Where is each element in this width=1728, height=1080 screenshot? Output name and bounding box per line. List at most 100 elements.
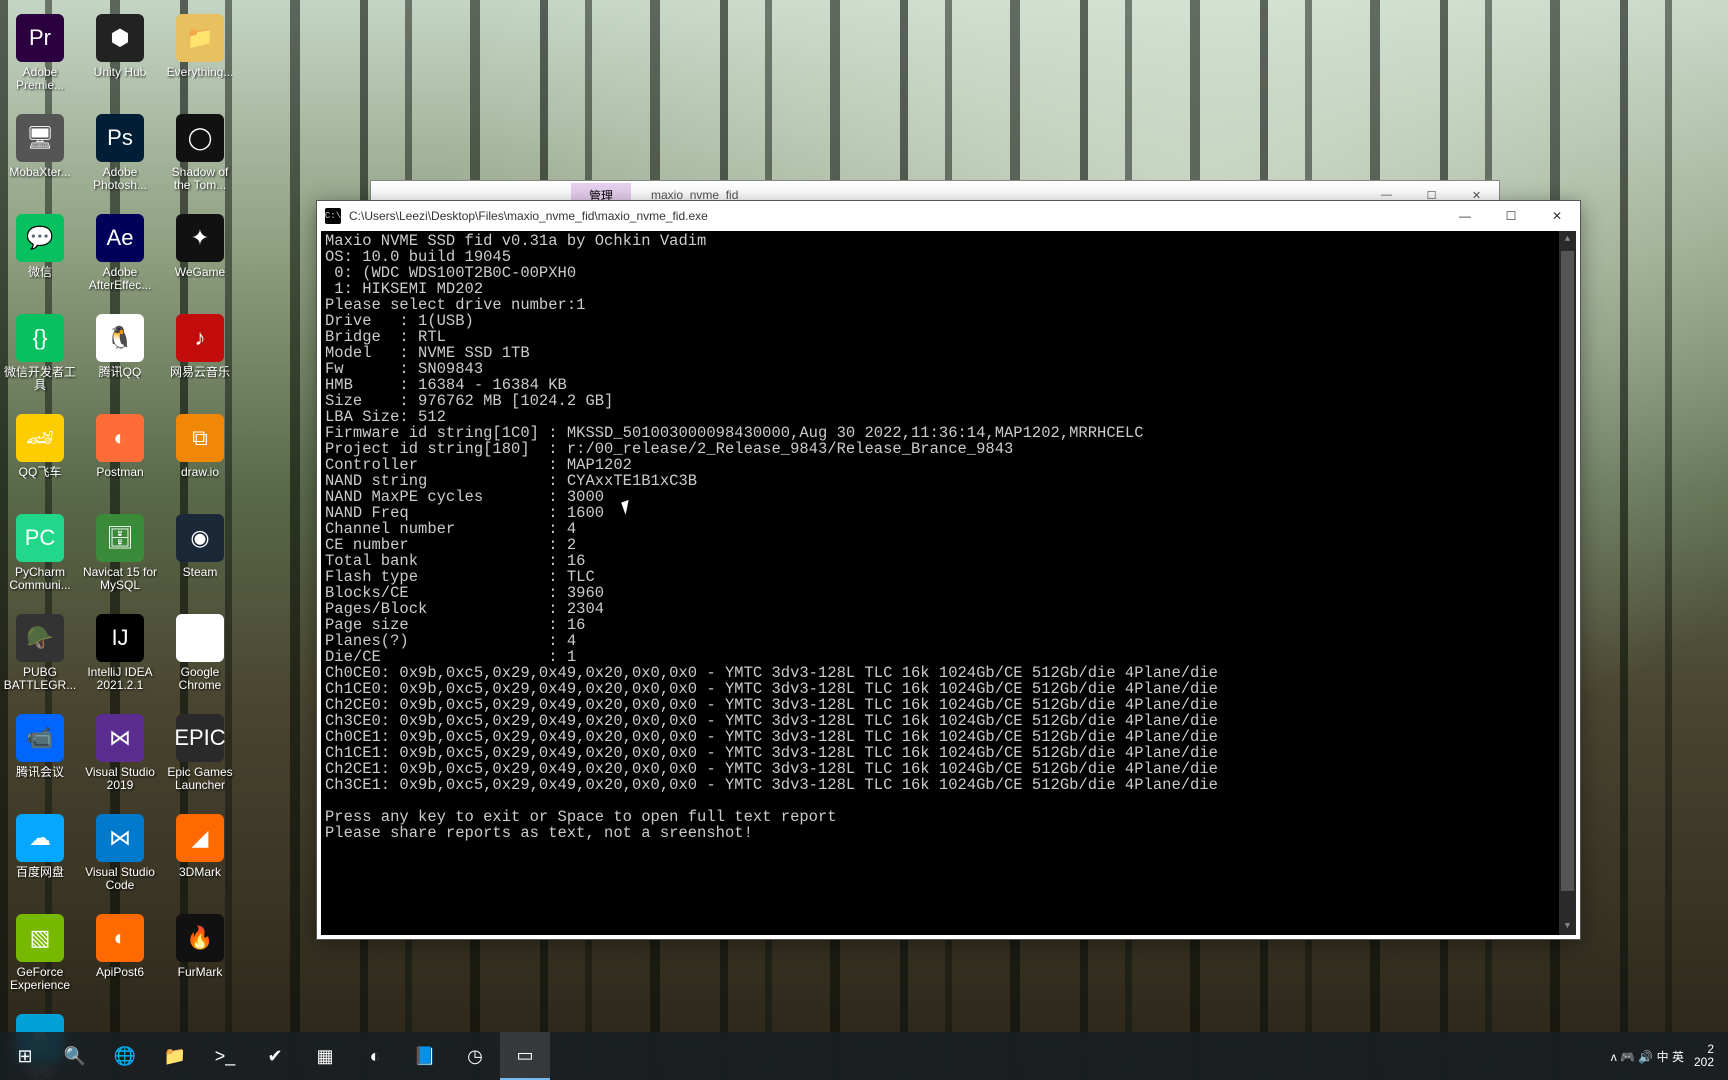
desktop-icon[interactable]: ♪ 网易云音乐 xyxy=(160,308,240,408)
taskbar-button-lol[interactable]: ◐ xyxy=(350,1032,400,1080)
icon-label: IntelliJ IDEA 2021.2.1 xyxy=(82,666,158,692)
app-icon: ◐ xyxy=(96,414,144,462)
desktop-icon[interactable]: ⬢Unity Hub xyxy=(80,8,160,108)
taskbar-button-todo[interactable]: ✔ xyxy=(250,1032,300,1080)
terminal-body[interactable]: Maxio NVME SSD fid v0.31a by Ochkin Vadi… xyxy=(321,231,1576,935)
desktop-icon[interactable]: 🏎QQ飞车 xyxy=(0,408,80,508)
app-icon: 📁 xyxy=(176,14,224,62)
taskbar-button-search[interactable]: 🔍 xyxy=(50,1032,100,1080)
icon-label: Visual Studio 2019 xyxy=(82,766,158,792)
taskbar-button-store[interactable]: ▦ xyxy=(300,1032,350,1080)
desktop-icon[interactable]: PrAdobe Premie... xyxy=(0,8,80,108)
desktop-icon[interactable]: ☁ 百度网盘 xyxy=(0,808,80,908)
app-icon: ⬢ xyxy=(96,14,144,62)
tray-icons[interactable]: ᴧ 🎮 🔊 中 英 xyxy=(1611,1048,1684,1065)
desktop-icon[interactable]: EPIC Epic Games Launcher xyxy=(160,708,240,808)
icon-label: ApiPost6 xyxy=(96,966,144,979)
desktop-icon[interactable]: ◯Shadow of the Tom... xyxy=(160,108,240,208)
taskbar-button-edge[interactable]: 🌐 xyxy=(100,1032,150,1080)
taskbar-button-word[interactable]: 📘 xyxy=(400,1032,450,1080)
taskbar-clock[interactable]: 2 202 xyxy=(1694,1043,1714,1069)
desktop-icon[interactable]: 🐧 腾讯QQ xyxy=(80,308,160,408)
icon-label: 3DMark xyxy=(179,866,221,879)
vertical-scrollbar[interactable]: ▲ ▼ xyxy=(1559,231,1576,935)
icon-label: Adobe Premie... xyxy=(2,66,78,92)
desktop-icon[interactable]: ⋈ Visual Studio 2019 xyxy=(80,708,160,808)
desktop-icon[interactable]: ✦ WeGame xyxy=(160,208,240,308)
desktop-icon[interactable]: 🔥 FurMark xyxy=(160,908,240,1008)
console-title: C:\Users\Leezi\Desktop\Files\maxio_nvme_… xyxy=(349,209,1572,223)
close-button[interactable]: ✕ xyxy=(1534,201,1580,231)
icon-label: 腾讯会议 xyxy=(16,766,64,779)
desktop-icon[interactable]: 🗄Navicat 15 for MySQL xyxy=(80,508,160,608)
desktop-icon[interactable]: 🖥MobaXter... xyxy=(0,108,80,208)
app-icon: ◐ xyxy=(96,914,144,962)
icon-label: Adobe Photosh... xyxy=(82,166,158,192)
desktop-icon[interactable]: ◉Google Chrome xyxy=(160,608,240,708)
console-titlebar[interactable]: C:\ C:\Users\Leezi\Desktop\Files\maxio_n… xyxy=(317,201,1580,231)
app-icon: ▧ xyxy=(16,914,64,962)
taskbar-button-clock[interactable]: ◷ xyxy=(450,1032,500,1080)
icon-label: WeGame xyxy=(175,266,225,279)
desktop-icon[interactable]: 🪖PUBG BATTLEGR... xyxy=(0,608,80,708)
icon-label: 腾讯QQ xyxy=(99,366,142,379)
app-icon: Ps xyxy=(96,114,144,162)
icon-label: MobaXter... xyxy=(9,166,70,179)
app-icon: ☁ xyxy=(16,814,64,862)
icon-label: Adobe AfterEffec... xyxy=(82,266,158,292)
app-icon: ◢ xyxy=(176,814,224,862)
app-icon: {} xyxy=(16,314,64,362)
app-icon: ◯ xyxy=(176,114,224,162)
terminal-output: Maxio NVME SSD fid v0.31a by Ochkin Vadi… xyxy=(325,233,1572,841)
taskbar-button-cmd[interactable]: ▭ xyxy=(500,1032,550,1080)
icon-label: FurMark xyxy=(178,966,223,979)
desktop-icon[interactable]: ⧉draw.io xyxy=(160,408,240,508)
app-icon: ⋈ xyxy=(96,814,144,862)
taskbar-button-start[interactable]: ⊞ xyxy=(0,1032,50,1080)
scroll-down-arrow[interactable]: ▼ xyxy=(1559,918,1576,935)
system-tray[interactable]: ᴧ 🎮 🔊 中 英 2 202 xyxy=(1603,1032,1722,1080)
icon-label: Google Chrome xyxy=(162,666,238,692)
desktop-icon[interactable]: 📹腾讯会议 xyxy=(0,708,80,808)
taskbar[interactable]: ⊞🔍🌐📁>_✔▦◐📘◷▭ ᴧ 🎮 🔊 中 英 2 202 xyxy=(0,1032,1728,1080)
app-icon: ⧉ xyxy=(176,414,224,462)
desktop-icon[interactable]: IJ IntelliJ IDEA 2021.2.1 xyxy=(80,608,160,708)
app-icon: EPIC xyxy=(176,714,224,762)
desktop-icon[interactable]: 📁 Everything... xyxy=(160,8,240,108)
icon-label: Everything... xyxy=(167,66,234,79)
app-icon: ⋈ xyxy=(96,714,144,762)
desktop-icon[interactable]: ⋈Visual Studio Code xyxy=(80,808,160,908)
scroll-up-arrow[interactable]: ▲ xyxy=(1559,231,1576,248)
desktop-icon[interactable]: PCPyCharm Communi... xyxy=(0,508,80,608)
desktop-icon[interactable]: Ae Adobe AfterEffec... xyxy=(80,208,160,308)
desktop-icon[interactable]: ◐ ApiPost6 xyxy=(80,908,160,1008)
taskbar-button-explorer[interactable]: 📁 xyxy=(150,1032,200,1080)
console-window[interactable]: C:\ C:\Users\Leezi\Desktop\Files\maxio_n… xyxy=(316,200,1581,940)
app-icon: 💬 xyxy=(16,214,64,262)
desktop-icon[interactable]: 💬微信 xyxy=(0,208,80,308)
app-icon: 🐧 xyxy=(96,314,144,362)
desktop-icon[interactable]: Ps Adobe Photosh... xyxy=(80,108,160,208)
maximize-button[interactable]: ☐ xyxy=(1488,201,1534,231)
desktop-icon[interactable]: ▧GeForce Experience xyxy=(0,908,80,1008)
icon-label: Navicat 15 for MySQL xyxy=(82,566,158,592)
app-icon: ✦ xyxy=(176,214,224,262)
app-icon: ♪ xyxy=(176,314,224,362)
desktop-icon[interactable]: ◉Steam xyxy=(160,508,240,608)
icon-label: Epic Games Launcher xyxy=(162,766,238,792)
icon-label: Steam xyxy=(183,566,218,579)
taskbar-button-terminal[interactable]: >_ xyxy=(200,1032,250,1080)
app-icon: 🔥 xyxy=(176,914,224,962)
scrollbar-thumb[interactable] xyxy=(1561,251,1574,891)
app-icon: Ae xyxy=(96,214,144,262)
desktop-icon[interactable]: ◐Postman xyxy=(80,408,160,508)
app-icon: 🪖 xyxy=(16,614,64,662)
desktop-icon-grid: PrAdobe Premie...⬢Unity Hub 📁 Everything..… xyxy=(0,8,250,1080)
minimize-button[interactable]: — xyxy=(1442,201,1488,231)
app-icon: IJ xyxy=(96,614,144,662)
icon-label: QQ飞车 xyxy=(19,466,62,479)
desktop-icon[interactable]: {}微信开发者工具 xyxy=(0,308,80,408)
desktop-icon[interactable]: ◢ 3DMark xyxy=(160,808,240,908)
icon-label: 百度网盘 xyxy=(16,866,64,879)
icon-label: 网易云音乐 xyxy=(170,366,230,379)
